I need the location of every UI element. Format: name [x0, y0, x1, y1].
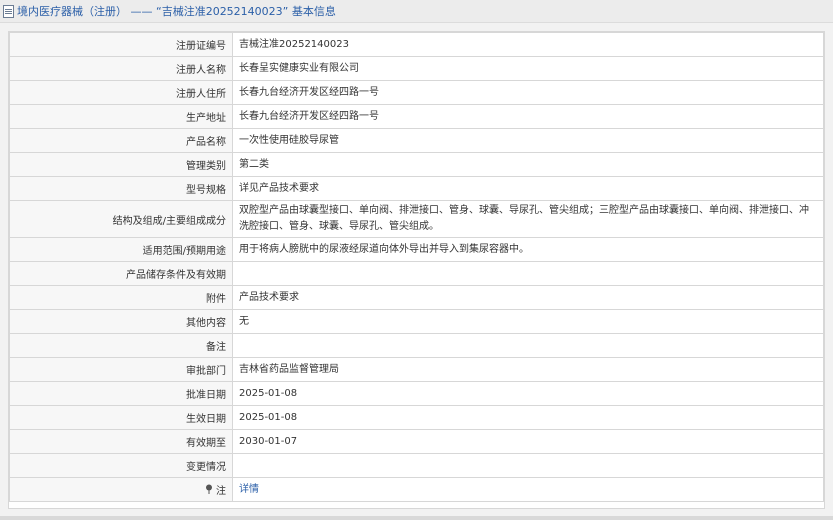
field-value: 产品技术要求 — [232, 285, 824, 310]
table-row: 变更情况 — [9, 453, 824, 478]
field-label: 生效日期 — [9, 405, 233, 430]
table-row: 审批部门 吉林省药品监督管理局 — [9, 357, 824, 382]
field-label: 注册证编号 — [9, 32, 233, 57]
table-row: 结构及组成/主要组成成分 双腔型产品由球囊型接口、单向阀、排泄接口、管身、球囊、… — [9, 200, 824, 238]
field-value: 详情 — [232, 477, 824, 502]
document-icon — [3, 4, 14, 18]
info-panel: 注册证编号 吉械注准20252140023 注册人名称 长春呈实健康实业有限公司… — [8, 31, 825, 509]
field-label: 其他内容 — [9, 309, 233, 334]
field-label: 审批部门 — [9, 357, 233, 382]
field-label: 产品储存条件及有效期 — [9, 261, 233, 286]
field-label: 注册人名称 — [9, 56, 233, 81]
table-row: 注册人名称 长春呈实健康实业有限公司 — [9, 56, 824, 81]
field-value: 2025-01-08 — [232, 381, 824, 406]
table-row: 其他内容 无 — [9, 309, 824, 334]
note-label-cell: 注 — [9, 477, 233, 502]
field-value — [232, 333, 824, 358]
table-row: 产品名称 一次性使用硅胶导尿管 — [9, 128, 824, 153]
field-value: 第二类 — [232, 152, 824, 177]
table-row: 适用范围/预期用途 用于将病人膀胱中的尿液经尿道向体外导出并导入到集尿容器中。 — [9, 237, 824, 262]
field-label: 适用范围/预期用途 — [9, 237, 233, 262]
table-row: 生产地址 长春九台经济开发区经四路一号 — [9, 104, 824, 129]
field-value: 2030-01-07 — [232, 429, 824, 454]
table-row: 产品储存条件及有效期 — [9, 261, 824, 286]
field-value: 双腔型产品由球囊型接口、单向阀、排泄接口、管身、球囊、导尿孔、管尖组成；三腔型产… — [232, 200, 824, 238]
field-value: 无 — [232, 309, 824, 334]
field-label: 附件 — [9, 285, 233, 310]
field-value: 吉林省药品监督管理局 — [232, 357, 824, 382]
table-row: 注册证编号 吉械注准20252140023 — [9, 32, 824, 57]
table-row: 备注 — [9, 333, 824, 358]
field-label: 管理类别 — [9, 152, 233, 177]
table-row: 注册人住所 长春九台经济开发区经四路一号 — [9, 80, 824, 105]
details-link[interactable]: 详情 — [239, 484, 259, 495]
field-label: 备注 — [9, 333, 233, 358]
table-row: 附件 产品技术要求 — [9, 285, 824, 310]
field-label: 生产地址 — [9, 104, 233, 129]
info-table: 注册证编号 吉械注准20252140023 注册人名称 长春呈实健康实业有限公司… — [9, 32, 824, 502]
field-value: 一次性使用硅胶导尿管 — [232, 128, 824, 153]
field-label: 注 — [216, 486, 226, 497]
field-label: 产品名称 — [9, 128, 233, 153]
field-label: 有效期至 — [9, 429, 233, 454]
field-value: 长春九台经济开发区经四路一号 — [232, 104, 824, 129]
bottom-scrollbar[interactable] — [0, 516, 833, 520]
page-header: 境内医疗器械（注册） —— “吉械注准20252140023” 基本信息 — [0, 0, 833, 23]
pin-icon — [205, 484, 216, 497]
field-value: 长春呈实健康实业有限公司 — [232, 56, 824, 81]
field-label: 型号规格 — [9, 176, 233, 201]
field-value — [232, 261, 824, 286]
table-row: 管理类别 第二类 — [9, 152, 824, 177]
table-row: 注 详情 — [9, 477, 824, 502]
field-value — [232, 453, 824, 478]
field-label: 批准日期 — [9, 381, 233, 406]
breadcrumb: 境内医疗器械（注册） —— “吉械注准20252140023” 基本信息 — [17, 5, 336, 18]
field-value: 长春九台经济开发区经四路一号 — [232, 80, 824, 105]
table-row: 批准日期 2025-01-08 — [9, 381, 824, 406]
field-value: 2025-01-08 — [232, 405, 824, 430]
field-label: 结构及组成/主要组成成分 — [9, 200, 233, 238]
field-value: 吉械注准20252140023 — [232, 32, 824, 57]
table-row: 有效期至 2030-01-07 — [9, 429, 824, 454]
field-value: 详见产品技术要求 — [232, 176, 824, 201]
field-value: 用于将病人膀胱中的尿液经尿道向体外导出并导入到集尿容器中。 — [232, 237, 824, 262]
table-row: 型号规格 详见产品技术要求 — [9, 176, 824, 201]
table-row: 生效日期 2025-01-08 — [9, 405, 824, 430]
field-label: 注册人住所 — [9, 80, 233, 105]
field-label: 变更情况 — [9, 453, 233, 478]
